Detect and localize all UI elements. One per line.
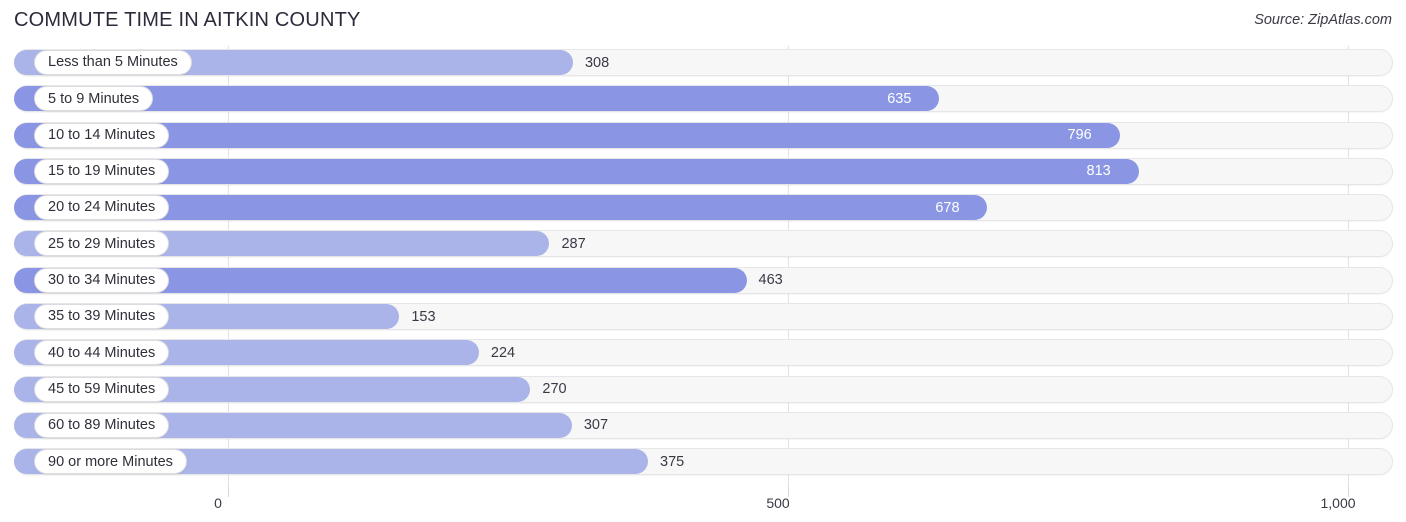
bar-label-pill: 30 to 34 Minutes	[34, 267, 170, 293]
bar-value-label: 153	[411, 308, 436, 325]
chart-header: COMMUTE TIME IN AITKIN COUNTY Source: Zi…	[0, 0, 1406, 46]
page-title: COMMUTE TIME IN AITKIN COUNTY	[14, 9, 361, 31]
bar-value-label: 270	[542, 381, 567, 398]
bar-label-pill: 5 to 9 Minutes	[34, 86, 154, 112]
bar-label-text: 40 to 44 Minutes	[48, 344, 156, 361]
x-axis: 0 500 1,000	[0, 486, 1406, 522]
bar-label-pill: 15 to 19 Minutes	[34, 158, 170, 184]
plot-area: Less than 5 Minutes 308 5 to 9 Minutes 635 1…	[0, 46, 1406, 486]
bar-row[interactable]: 45 to 59 Minutes 270	[0, 373, 1406, 409]
bar-row[interactable]: 25 to 29 Minutes 287	[0, 227, 1406, 263]
bar-value-label: 224	[490, 344, 516, 361]
bar-value-label: 463	[758, 272, 783, 289]
bar-row[interactable]: 10 to 14 Minutes 796	[0, 119, 1406, 155]
bar-label-text: 20 to 24 Minutes	[48, 199, 156, 216]
bar-label-pill: 90 or more Minutes	[34, 449, 187, 475]
bar-row[interactable]: 15 to 19 Minutes 813	[0, 155, 1406, 191]
axis-tick-mark	[228, 486, 229, 497]
bar-label-pill: 20 to 24 Minutes	[34, 195, 170, 221]
bar-row[interactable]: 60 to 89 Minutes 307	[0, 409, 1406, 445]
bar-value-label: 307	[583, 417, 609, 434]
bar-value-label: 375	[660, 453, 685, 470]
bar-value-label: 287	[561, 235, 586, 252]
axis-tick-label: 0	[214, 495, 222, 511]
bar-label-text: 60 to 89 Minutes	[48, 417, 156, 434]
bar-label-text: Less than 5 Minutes	[48, 54, 178, 71]
bar-label-text: 25 to 29 Minutes	[48, 235, 156, 252]
bar-value-label: 678	[935, 199, 960, 216]
bar-row[interactable]: 20 to 24 Minutes 678	[0, 191, 1406, 227]
bar[interactable]	[14, 158, 1139, 184]
bar-label-text: 15 to 19 Minutes	[48, 163, 156, 180]
axis-tick-label: 500	[766, 495, 790, 511]
bar-label-text: 5 to 9 Minutes	[48, 90, 140, 107]
bar-label-text: 90 or more Minutes	[48, 453, 173, 470]
bar[interactable]	[14, 122, 1120, 148]
bar-row[interactable]: 90 or more Minutes 375	[0, 445, 1406, 481]
source-attribution: Source: ZipAtlas.com	[1254, 12, 1392, 28]
bar-label-pill: 45 to 59 Minutes	[34, 376, 170, 402]
bar-label-pill: 10 to 14 Minutes	[34, 122, 170, 148]
bar-label-pill: 25 to 29 Minutes	[34, 231, 170, 257]
bar-label-pill: Less than 5 Minutes	[34, 50, 192, 75]
bar-rows: Less than 5 Minutes 308 5 to 9 Minutes 635 1…	[0, 46, 1406, 482]
bar-label-text: 30 to 34 Minutes	[48, 272, 156, 289]
bar-row[interactable]: 40 to 44 Minutes 224	[0, 336, 1406, 372]
bar-row[interactable]: 30 to 34 Minutes 463	[0, 264, 1406, 300]
bar-value-label: 796	[1067, 127, 1092, 144]
bar-row[interactable]: 35 to 39 Minutes 153	[0, 300, 1406, 336]
bar-row[interactable]: 5 to 9 Minutes 635	[0, 82, 1406, 118]
bar-row[interactable]: Less than 5 Minutes 308	[0, 46, 1406, 82]
bar-label-text: 35 to 39 Minutes	[48, 308, 156, 325]
bar-label-pill: 40 to 44 Minutes	[34, 340, 170, 366]
bar-label-pill: 35 to 39 Minutes	[34, 304, 170, 330]
bar-value-label: 635	[887, 90, 912, 107]
bar-value-label: 813	[1086, 163, 1111, 180]
axis-tick-label: 1,000	[1320, 495, 1356, 511]
bar-label-pill: 60 to 89 Minutes	[34, 412, 170, 438]
bar-label-text: 10 to 14 Minutes	[48, 126, 156, 143]
bar-label-text: 45 to 59 Minutes	[48, 380, 156, 397]
bar-value-label: 308	[584, 54, 610, 71]
